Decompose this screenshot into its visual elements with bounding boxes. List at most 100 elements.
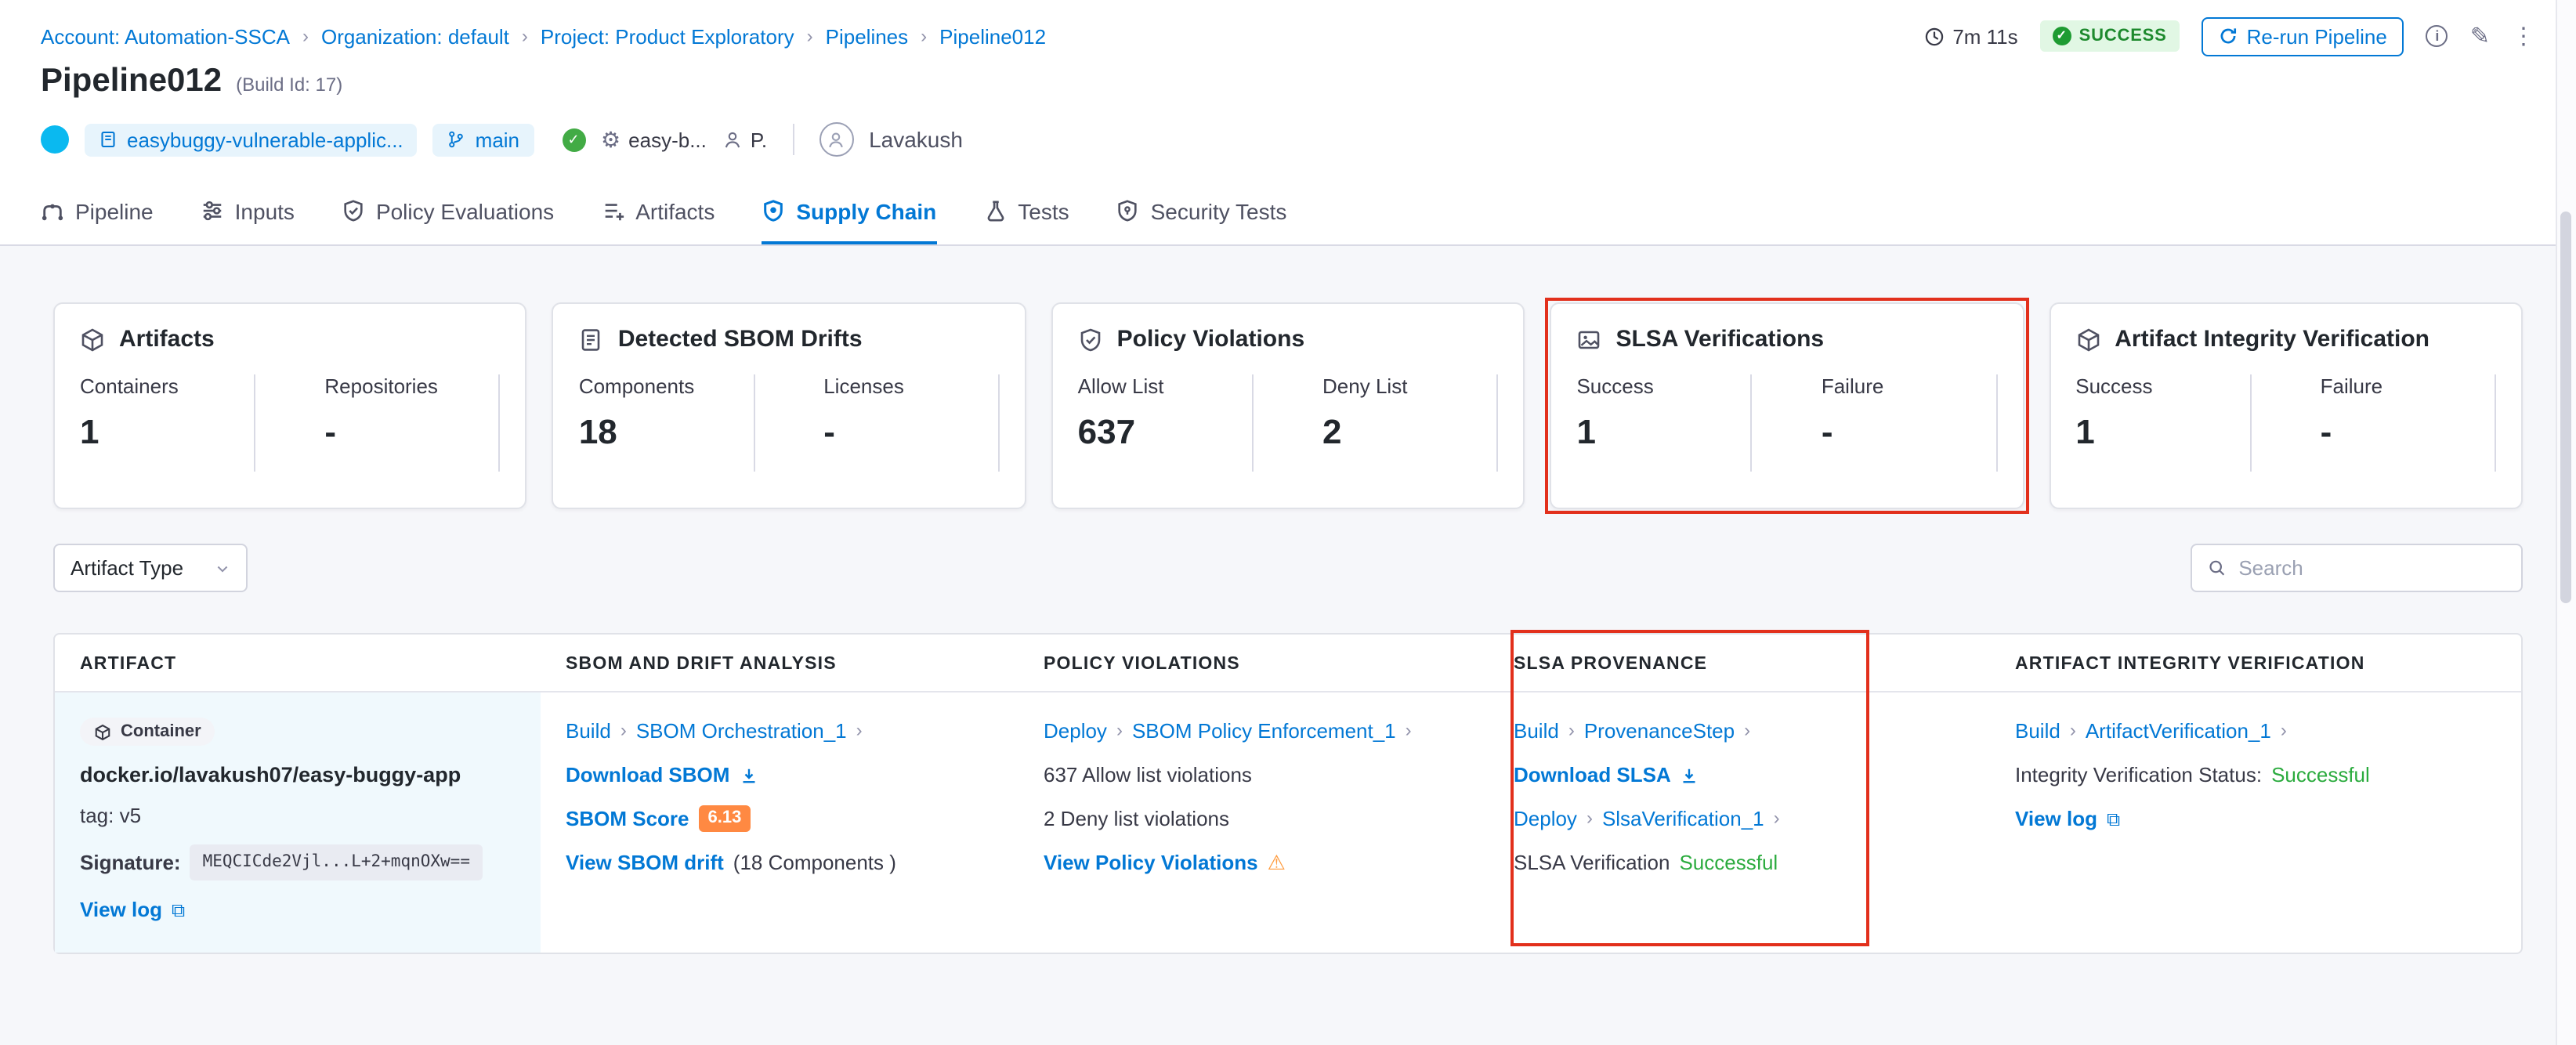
tab-policy-evaluations[interactable]: Policy Evaluations xyxy=(342,177,554,244)
chevron-right-icon: › xyxy=(1744,719,1751,741)
breadcrumb-pipelines[interactable]: Pipelines xyxy=(826,24,909,48)
title-row: Pipeline012 (Build Id: 17) xyxy=(41,63,2535,110)
more-options-button[interactable]: ⋮ xyxy=(2512,22,2535,50)
tab-supply-chain[interactable]: Supply Chain xyxy=(762,177,938,244)
view-log-link[interactable]: View log xyxy=(80,896,162,923)
col-header-artifact: ARTIFACT xyxy=(80,655,177,674)
scrollbar-thumb[interactable] xyxy=(2560,212,2571,603)
col-header-integrity: ARTIFACT INTEGRITY VERIFICATION xyxy=(2015,655,2365,674)
breadcrumb-project[interactable]: Project: Product Exploratory xyxy=(541,24,794,48)
run-duration: 7m 11s xyxy=(1924,24,2018,48)
shield-check-icon xyxy=(344,200,363,222)
artifact-tag: tag: v5 xyxy=(80,804,142,827)
table-row: Container docker.io/lavakush07/easy-bugg… xyxy=(55,692,2521,953)
artifact-type-label: Artifact Type xyxy=(71,556,184,580)
allow-list-violations: 637 Allow list violations xyxy=(1044,763,1252,786)
slsa-verification-step-link[interactable]: SlsaVerification_1 xyxy=(1602,805,1764,832)
download-sbom-link[interactable]: Download SBOM xyxy=(566,761,729,788)
signature-value: MEQCICde2Vjl...L+2+mqnOXw== xyxy=(190,844,483,880)
breadcrumb-account[interactable]: Account: Automation-SSCA xyxy=(41,24,290,48)
integrity-view-log-link[interactable]: View log xyxy=(2015,805,2097,832)
repository-pill[interactable]: easybuggy-vulnerable-applic... xyxy=(85,123,418,156)
flask-icon xyxy=(986,201,1004,222)
tab-inputs[interactable]: Inputs xyxy=(201,177,295,244)
card-title: Detected SBOM Drifts xyxy=(617,326,863,353)
user-avatar[interactable] xyxy=(819,122,854,157)
artifact-name: docker.io/lavakush07/easy-buggy-app xyxy=(80,763,461,786)
col-header-slsa: SLSA PROVENANCE xyxy=(1514,655,1708,674)
card-slsa-verifications: SLSA Verifications Success 1 Failure - xyxy=(1545,298,2030,514)
breadcrumb-pipeline012[interactable]: Pipeline012 xyxy=(939,24,1046,48)
chevron-right-icon: › xyxy=(302,25,309,47)
card-title: Policy Violations xyxy=(1116,326,1305,353)
col-header-policy: POLICY VIOLATIONS xyxy=(1044,655,1240,674)
sbom-step-link[interactable]: SBOM Orchestration_1 xyxy=(636,718,847,744)
external-link-icon: ⧉ xyxy=(172,899,186,920)
view-sbom-drift-link[interactable]: View SBOM drift xyxy=(566,849,724,876)
chevron-right-icon: › xyxy=(2069,719,2076,741)
tab-pipeline[interactable]: Pipeline xyxy=(41,177,154,244)
slsa-status-value: Successful xyxy=(1679,851,1778,874)
stat-value: - xyxy=(324,412,337,451)
service-config-item[interactable]: ⚙ easy-b... xyxy=(601,126,707,153)
sbom-score-link[interactable]: SBOM Score xyxy=(566,805,689,832)
policy-step-link[interactable]: SBOM Policy Enforcement_1 xyxy=(1132,718,1396,744)
stat-containers: Containers 1 xyxy=(80,374,256,472)
chevron-right-icon: › xyxy=(1773,807,1780,829)
chevron-right-icon: › xyxy=(2280,719,2287,741)
slsa-deploy-stage-link[interactable]: Deploy xyxy=(1514,805,1577,832)
download-icon[interactable] xyxy=(739,765,758,784)
stat-slsa-success: Success 1 xyxy=(1576,374,1753,472)
chevron-right-icon: › xyxy=(921,25,928,47)
search-input[interactable] xyxy=(2238,556,2505,580)
tab-artifacts[interactable]: Artifacts xyxy=(601,177,715,244)
branch-pill[interactable]: main xyxy=(432,123,534,156)
artifacts-table: ARTIFACT SBOM AND DRIFT ANALYSIS POLICY … xyxy=(53,630,2523,954)
table-header: ARTIFACT SBOM AND DRIFT ANALYSIS POLICY … xyxy=(55,635,2521,692)
shield-lock-icon xyxy=(1119,200,1138,222)
artifact-type-select[interactable]: Artifact Type xyxy=(53,544,248,592)
deny-list-violations: 2 Deny list violations xyxy=(1044,807,1229,830)
signature-label: Signature: xyxy=(80,851,181,874)
tab-label: Artifacts xyxy=(635,198,715,223)
rerun-pipeline-button[interactable]: Re-run Pipeline xyxy=(2201,16,2404,56)
sliders-icon xyxy=(203,201,221,221)
top-header: Account: Automation-SSCA › Organization:… xyxy=(0,0,2576,177)
download-slsa-link[interactable]: Download SLSA xyxy=(1514,761,1671,788)
tab-label: Supply Chain xyxy=(796,198,937,223)
chevron-right-icon: › xyxy=(856,719,863,741)
breadcrumb-organization[interactable]: Organization: default xyxy=(321,24,509,48)
integrity-status-value: Successful xyxy=(2271,763,2370,786)
git-branch-icon xyxy=(449,131,464,148)
info-button[interactable]: i xyxy=(2426,25,2448,47)
tab-label: Inputs xyxy=(234,198,295,223)
card-artifacts: Artifacts Containers 1 Repositories - xyxy=(53,302,527,509)
build-id: (Build Id: 17) xyxy=(236,74,343,96)
breadcrumb: Account: Automation-SSCA › Organization:… xyxy=(41,24,1046,48)
integrity-status-prefix: Integrity Verification Status: xyxy=(2015,763,2263,786)
edit-pipeline-button[interactable]: ✎ xyxy=(2470,22,2490,50)
tab-tests[interactable]: Tests xyxy=(983,177,1069,244)
view-policy-violations-link[interactable]: View Policy Violations xyxy=(1044,849,1258,876)
stat-integrity-failure: Failure - xyxy=(2252,374,2497,472)
chevron-right-icon: › xyxy=(1586,807,1593,829)
stat-slsa-failure: Failure - xyxy=(1753,374,1998,472)
tab-security-tests[interactable]: Security Tests xyxy=(1116,177,1287,244)
search-box[interactable] xyxy=(2191,544,2523,592)
stat-repositories: Repositories - xyxy=(255,374,501,472)
refresh-icon xyxy=(2220,28,2236,44)
slsa-build-stage-link[interactable]: Build xyxy=(1514,718,1559,744)
vertical-scrollbar[interactable] xyxy=(2556,0,2576,1045)
tab-label: Security Tests xyxy=(1150,198,1287,223)
trigger-user-item[interactable]: P. xyxy=(722,128,767,151)
policy-stage-link[interactable]: Deploy xyxy=(1044,718,1107,744)
sbom-stage-link[interactable]: Build xyxy=(566,718,611,744)
integrity-stage-link[interactable]: Build xyxy=(2015,718,2060,744)
download-icon[interactable] xyxy=(1681,765,1699,784)
tab-label: Pipeline xyxy=(75,198,154,223)
artifact-verification-step-link[interactable]: ArtifactVerification_1 xyxy=(2086,718,2271,744)
stat-components: Components 18 xyxy=(579,374,755,472)
chevron-right-icon: › xyxy=(521,25,528,47)
pipeline-icon xyxy=(42,204,63,221)
provenance-step-link[interactable]: ProvenanceStep xyxy=(1584,718,1735,744)
